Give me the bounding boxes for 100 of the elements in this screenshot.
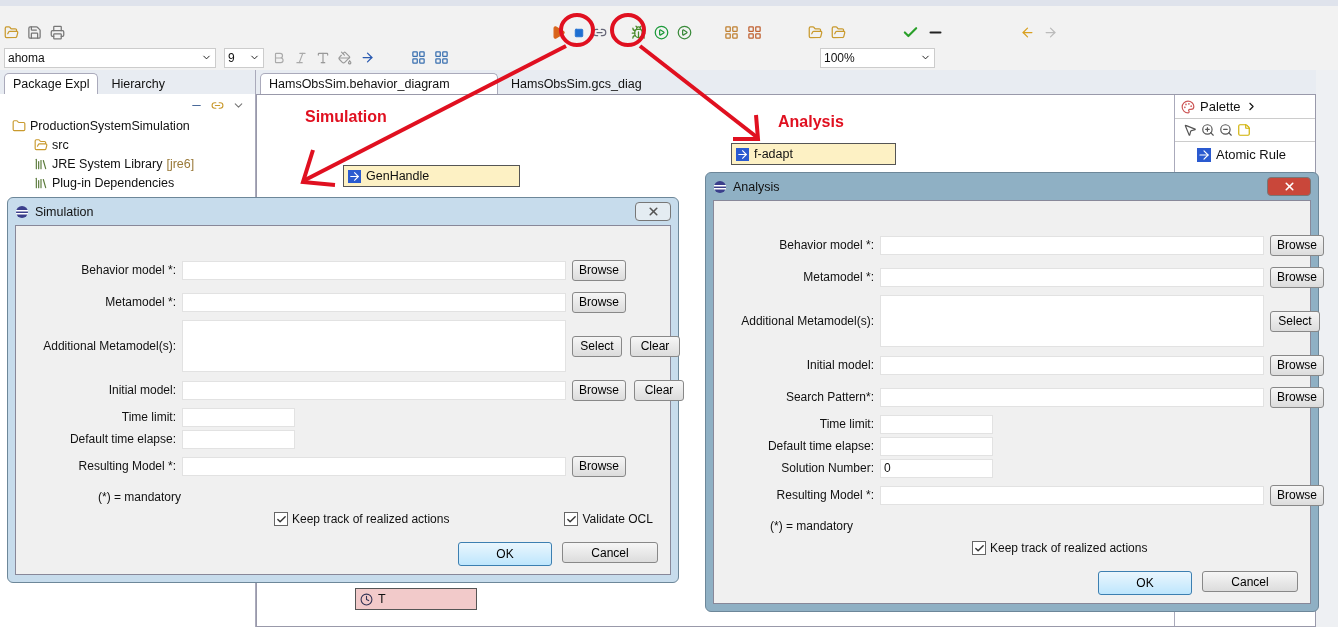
dialog-button[interactable]: Browse [1270,266,1324,288]
tree-item[interactable]: src [0,135,255,154]
field-label: Additional Metamodel(s): [42,338,176,355]
dialog-button[interactable]: Browse [572,379,626,401]
zoom-out-icon[interactable] [1219,123,1233,137]
field-label: Initial model: [107,382,176,399]
input-field[interactable] [182,456,566,476]
dialog-button[interactable]: Clear [630,335,680,357]
annotation-label: Analysis [778,113,844,131]
run-icon[interactable] [654,25,669,40]
mandatory-note: (*) = mandatory [770,519,855,533]
font-field[interactable]: ahoma [4,47,216,68]
bug-icon[interactable] [631,25,646,40]
dialog-button[interactable]: Select [572,335,622,357]
fill-icon[interactable] [338,50,352,65]
square-icon[interactable] [574,27,584,38]
input-field[interactable] [880,267,1264,287]
clock-icon [360,592,373,606]
print-icon[interactable] [50,25,65,40]
folder-icon[interactable] [831,25,846,40]
check-icon [973,542,985,554]
input-field[interactable] [182,429,295,449]
highlight-circle [559,13,595,47]
input-field[interactable] [182,407,295,427]
dialog-button[interactable]: Browse [572,455,626,477]
diagram-node[interactable]: T [355,588,477,610]
checkbox-label: Keep track of realized actions [990,541,1148,555]
diagram-node[interactable]: f-adapt [731,143,896,165]
highlight-circle [610,13,646,47]
tree-item[interactable]: JRE System Library [jre6] [0,154,255,173]
bold-icon[interactable] [272,50,286,65]
editor-tab[interactable]: HamsObsSim.behavior_diagram [260,73,498,94]
input-field[interactable] [182,380,566,400]
dialog-button[interactable]: Select [1270,310,1320,332]
close-button[interactable] [1267,177,1311,196]
dialog-button[interactable]: Browse [1270,354,1324,376]
input-field[interactable] [880,355,1264,375]
input-field[interactable] [182,260,566,280]
palette-item[interactable]: Atomic Rule [1175,142,1315,167]
field-label: Resulting Model *: [775,487,874,504]
dialog-button[interactable]: Browse [1270,386,1324,408]
library-icon [34,156,48,171]
field-label: Additional Metamodel(s): [740,313,874,330]
field-label: Search Pattern*: [784,389,874,406]
input-field[interactable]: 0 [880,458,993,478]
annotation-label: Simulation [305,108,387,126]
forward-icon[interactable] [1043,25,1058,40]
field-label: Solution Number: [780,460,874,477]
checkbox[interactable] [564,512,579,526]
play-icon[interactable] [551,25,566,40]
field-label: Default time elapse: [68,431,176,448]
cancel-button[interactable]: Cancel [562,542,658,563]
cancel-button[interactable]: Cancel [1202,571,1298,592]
close-icon [1282,180,1296,193]
field-label: Time limit: [818,416,874,433]
app-icon [713,179,727,194]
layout-icon[interactable] [434,50,449,65]
checkbox[interactable] [972,541,986,555]
run-icon[interactable] [677,25,692,40]
input-field[interactable] [880,485,1264,505]
input-field[interactable] [880,295,1264,347]
dialog-button[interactable]: Clear [634,379,684,401]
save-icon[interactable] [27,25,42,40]
input-field[interactable] [880,235,1264,255]
field-label: Metamodel *: [802,269,874,286]
pointer-icon[interactable] [1183,123,1197,137]
ok-button[interactable]: OK [458,542,552,566]
ok-button[interactable]: OK [1098,571,1192,595]
font-color-icon[interactable] [316,50,330,65]
input-field[interactable] [880,387,1264,407]
dialog-button[interactable]: Browse [1270,234,1324,256]
size-field[interactable]: 9 [224,47,264,68]
check-icon [565,513,577,525]
checkbox-label: Validate OCL [582,512,653,526]
checkbox[interactable] [274,512,288,526]
diagram-node[interactable]: GenHandle [343,165,520,187]
layout-icon[interactable] [411,50,426,65]
dialog-button[interactable]: Browse [572,291,626,313]
checkbox-label: Keep track of realized actions [292,512,450,526]
zoom-field[interactable]: 100% [820,47,935,68]
tree-item[interactable]: Plug-in Dependencies [0,173,255,192]
dialog-button[interactable]: Browse [1270,484,1324,506]
field-label: Behavior model *: [778,237,874,254]
arrow-icon[interactable] [360,50,375,65]
folder-icon[interactable] [808,25,823,40]
input-field[interactable] [182,292,566,312]
italic-icon[interactable] [294,50,308,65]
zoom-in-icon[interactable] [1201,123,1215,137]
close-button[interactable] [635,202,671,221]
new-file-icon[interactable] [4,25,19,40]
field-label: Metamodel *: [104,294,176,311]
folder-icon [34,137,48,152]
back-icon[interactable] [1020,25,1035,40]
dialog-title: Simulation [35,204,95,219]
input-field[interactable] [880,436,993,456]
input-field[interactable] [880,414,993,434]
view-tab[interactable]: Package Expl [4,73,99,94]
input-field[interactable] [182,320,566,372]
tree-item[interactable]: ProductionSystemSimulation [0,116,255,135]
dialog-button[interactable]: Browse [572,259,626,281]
